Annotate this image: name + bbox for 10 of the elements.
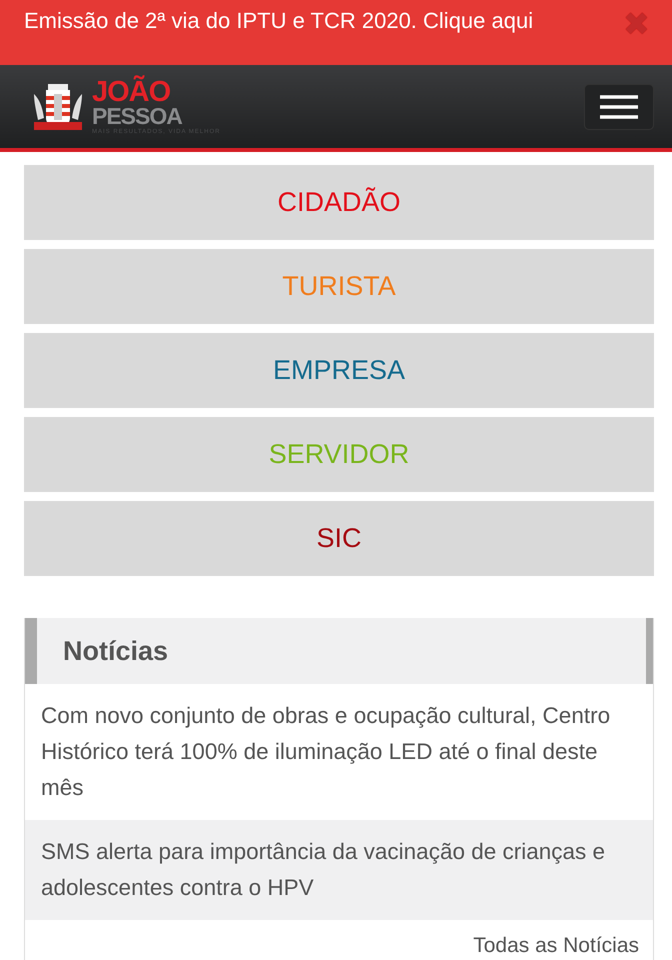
category-button[interactable]: SIC <box>24 501 654 576</box>
category-button[interactable]: EMPRESA <box>24 333 654 408</box>
news-item[interactable]: SMS alerta para importância da vacinação de crianças e adolescentes contra o HPV <box>25 820 653 920</box>
logo-text: PESSOA <box>92 104 184 126</box>
banner-link[interactable]: Emissão de 2ª via do IPTU e TCR 2020. Clique aqui <box>24 8 534 34</box>
menu-button[interactable] <box>584 84 654 130</box>
category-button[interactable]: CIDADÃO <box>24 165 654 240</box>
menu-icon <box>600 94 638 118</box>
all-news-link[interactable]: Todas as Notícias <box>25 920 653 960</box>
news-title: Notícias <box>63 636 168 666</box>
